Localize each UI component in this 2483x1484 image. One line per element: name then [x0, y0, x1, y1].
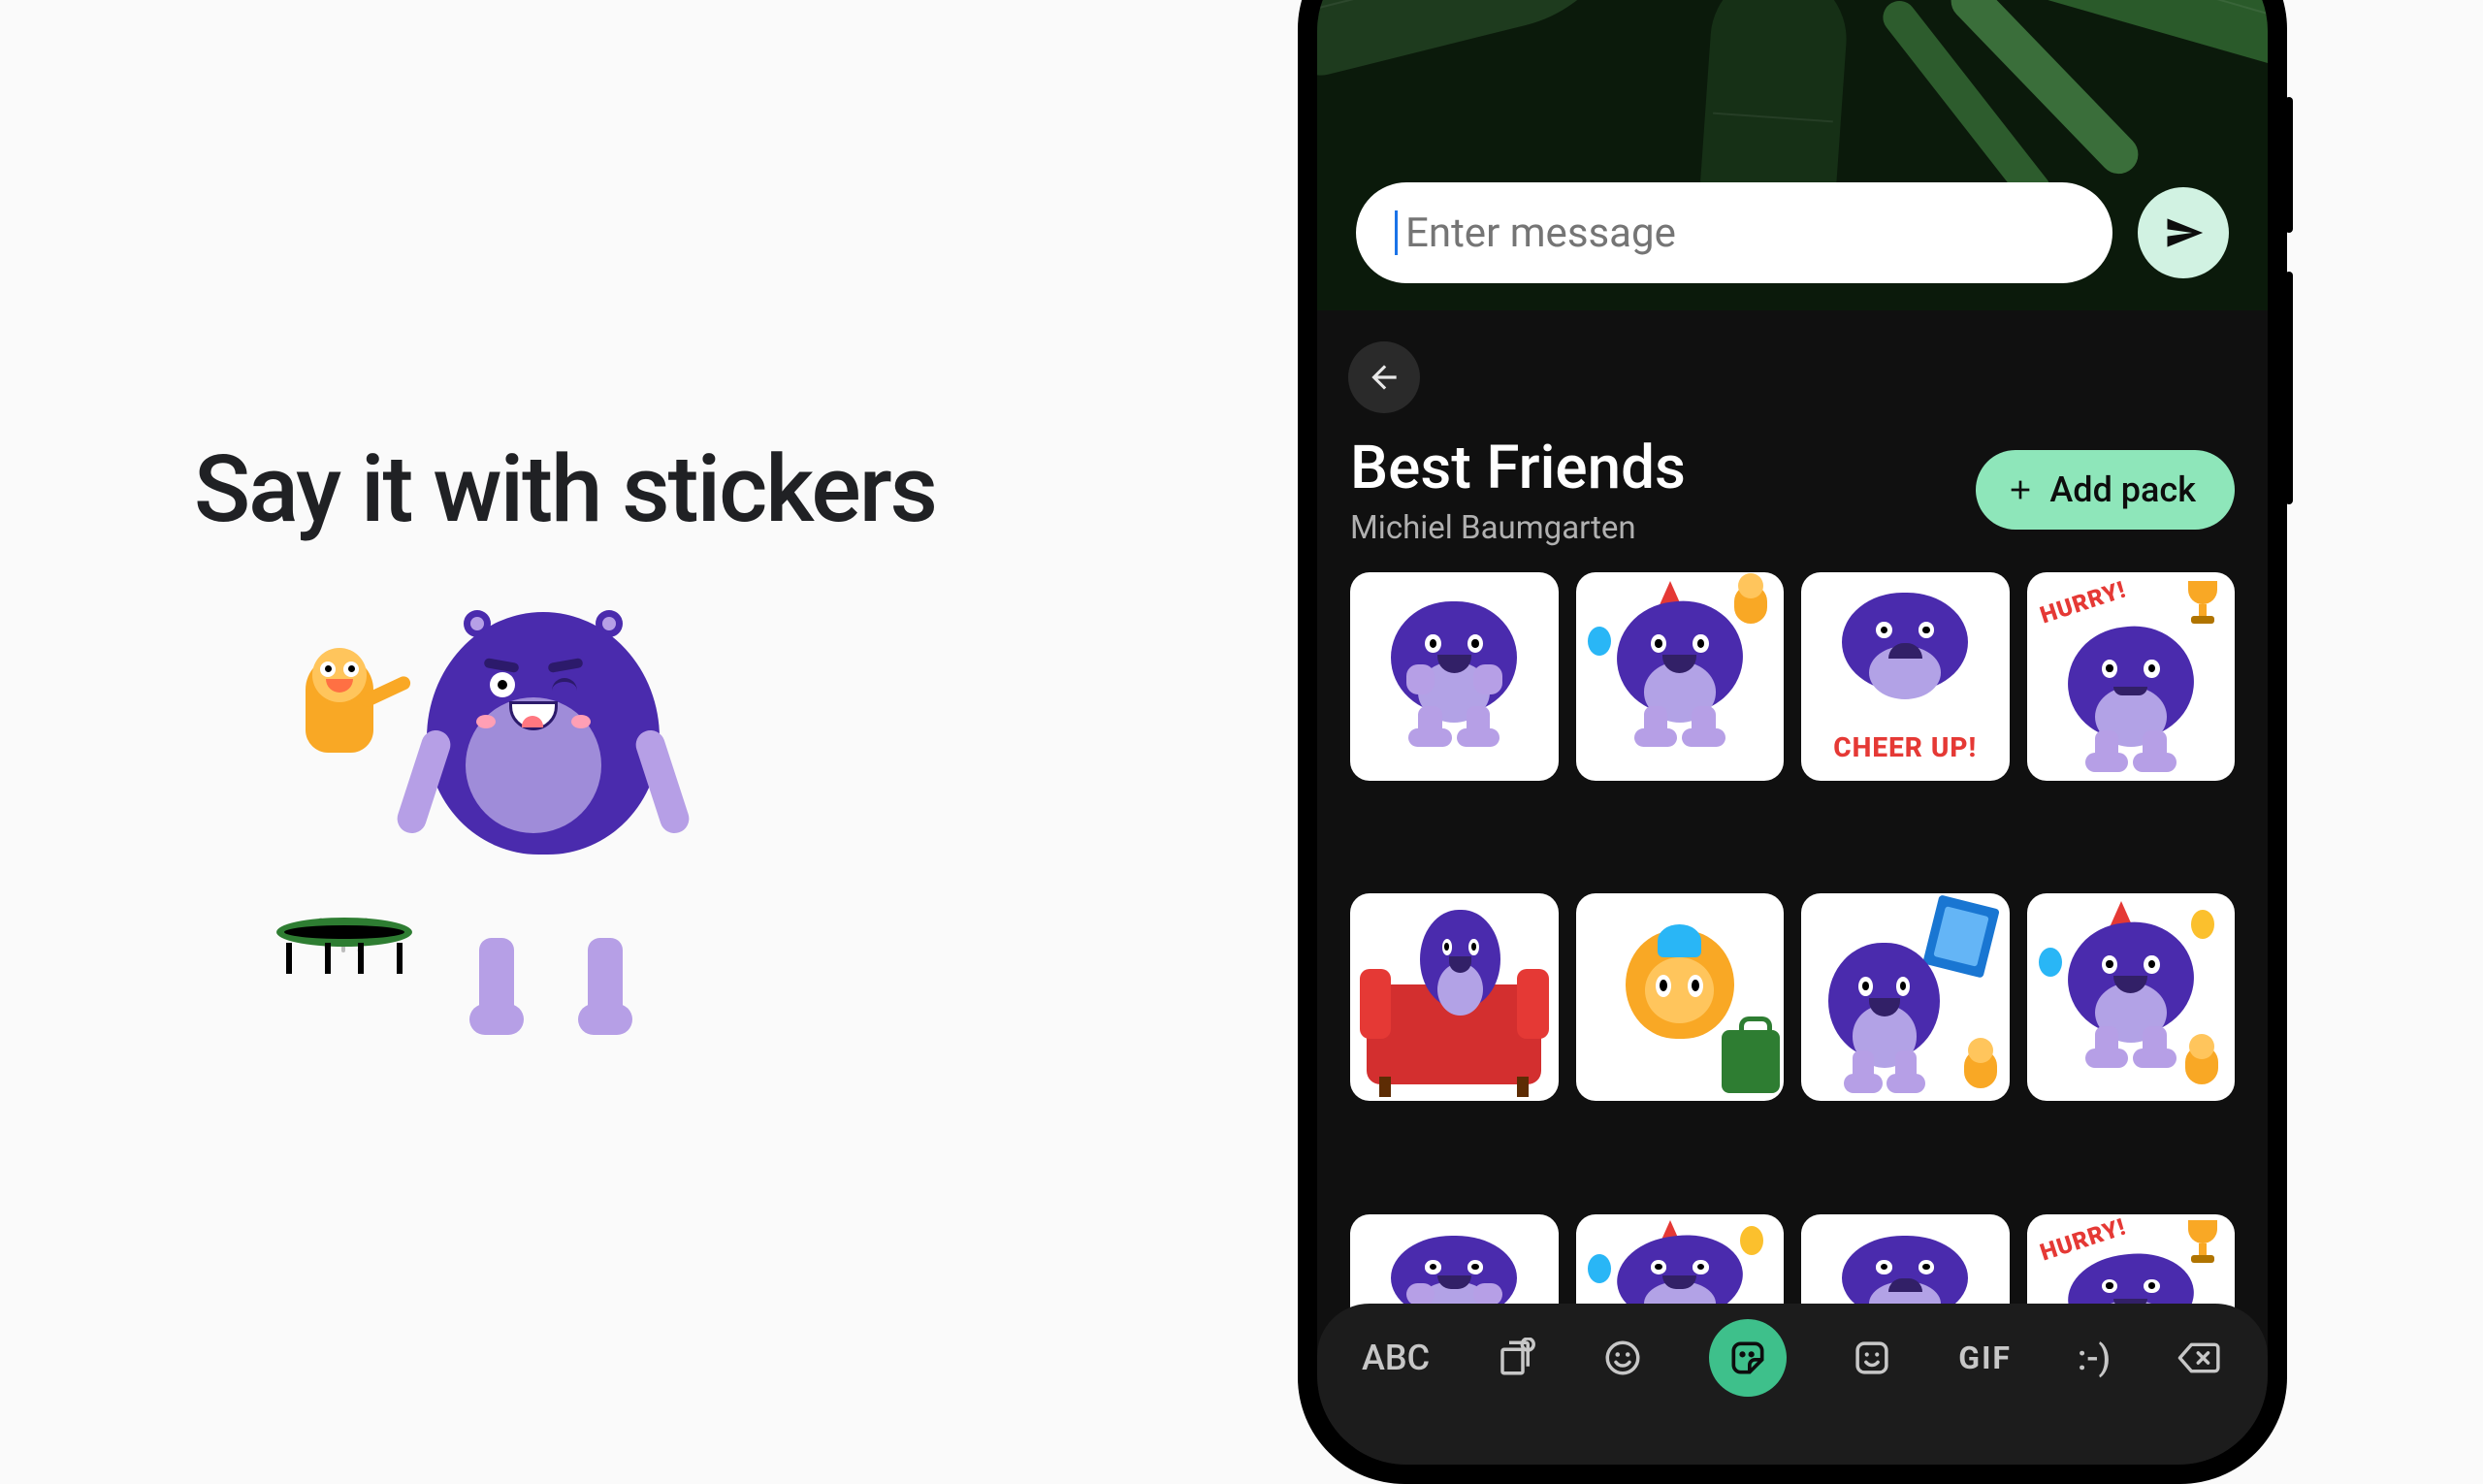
kb-emoticon-button[interactable]: :-)	[2078, 1329, 2111, 1387]
kb-paste-button[interactable]	[1496, 1329, 1536, 1387]
arrow-left-icon	[1366, 359, 1403, 396]
phone-frame: Enter message Best Friends	[1298, 0, 2287, 1484]
sticker-panel: Best Friends Michiel Baumgarten Add pack	[1317, 310, 2268, 1465]
headline: Say it with stickers	[194, 436, 936, 544]
sticker-caption: CHEER UP!	[1801, 731, 2010, 763]
kb-custom-sticker-button[interactable]	[1852, 1329, 1892, 1387]
pack-title: Best Friends	[1350, 433, 1686, 503]
custom-sticker-icon	[1852, 1338, 1892, 1378]
emoji-icon	[1602, 1338, 1643, 1378]
send-button[interactable]	[2138, 187, 2229, 278]
add-pack-label: Add pack	[2049, 469, 2196, 510]
kb-emoji-button[interactable]	[1602, 1329, 1643, 1387]
phone-screen: Enter message Best Friends	[1317, 0, 2268, 1465]
paste-icon	[1496, 1338, 1536, 1378]
pack-author: Michiel Baumgarten	[1350, 509, 1686, 547]
plus-icon	[2005, 474, 2036, 505]
text-cursor	[1395, 210, 1398, 255]
sticker-item-travel[interactable]	[1576, 893, 1785, 1102]
message-input[interactable]: Enter message	[1356, 182, 2112, 283]
message-placeholder: Enter message	[1405, 210, 1676, 257]
hero-sticker-illustration	[281, 612, 689, 961]
sticker-icon	[1726, 1337, 1769, 1379]
sticker-item-cheer-up[interactable]: CHEER UP!	[1801, 572, 2010, 781]
kb-sticker-button-active[interactable]	[1709, 1319, 1787, 1397]
sticker-item-gasp[interactable]	[1350, 572, 1559, 781]
kb-gif-button[interactable]: GIF	[1958, 1329, 2012, 1387]
sticker-item-breakfast[interactable]	[1801, 893, 2010, 1102]
sticker-item-couch[interactable]	[1350, 893, 1559, 1102]
sticker-caption: HURRY!	[2037, 576, 2129, 629]
marketing-pane: Say it with stickers	[194, 0, 1125, 1397]
sticker-item-hurry[interactable]: HURRY!	[2027, 572, 2236, 781]
back-button[interactable]	[1348, 341, 1420, 413]
kb-abc-button[interactable]: ABC	[1362, 1329, 1430, 1387]
sticker-item-celebrate[interactable]	[2027, 893, 2236, 1102]
backspace-icon	[2177, 1338, 2223, 1378]
keyboard-category-bar: ABC GIF :-)	[1317, 1304, 2268, 1465]
kb-backspace-button[interactable]	[2177, 1329, 2223, 1387]
send-icon	[2162, 211, 2205, 254]
add-pack-button[interactable]: Add pack	[1976, 450, 2235, 530]
sticker-item-party[interactable]	[1576, 572, 1785, 781]
